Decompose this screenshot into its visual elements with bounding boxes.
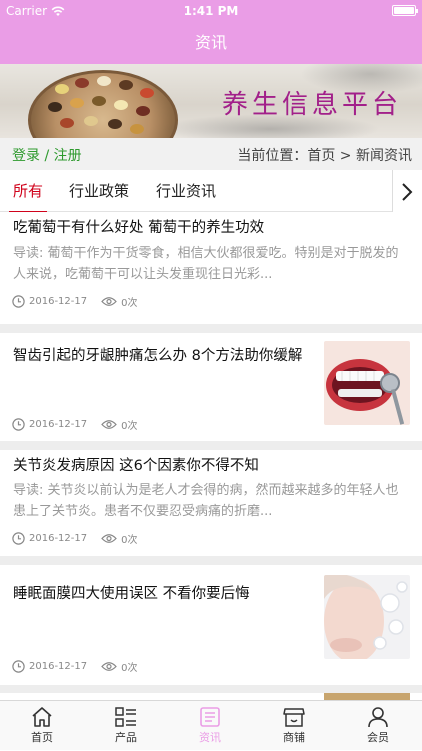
member-icon [368,707,388,728]
login-register-link[interactable]: 登录 / 注册 [12,145,82,165]
tabbar-item-products[interactable]: 产品 [84,701,168,751]
product-icon [115,707,136,727]
eye-icon [101,662,117,671]
article-meta: 2016-12-17 0次 [12,417,138,432]
tabs-next-button[interactable] [392,170,422,212]
article-summary: 导读: 葡萄干作为干货零食，相信大伙都很爱吃。特别是对于脱发的人来说，吃葡萄干可… [13,246,399,282]
clock-icon [12,295,25,308]
article-meta: 2016-12-17 0次 [12,294,138,309]
article-views: 0次 [121,298,138,309]
article-title[interactable]: 吃葡萄干有什么好处 葡萄干的养生功效 [13,217,264,239]
tabbar-label: 产品 [115,731,137,744]
article-thumbnail[interactable] [324,575,410,659]
tabbar-item-member[interactable]: 会员 [336,701,420,751]
list-item[interactable]: 睡眠面膜四大使用误区 不看你要后悔 2016-12-17 0次 [0,565,422,685]
tab-industry-news[interactable]: 行业资讯 [156,170,216,212]
article-thumbnail[interactable] [324,341,410,425]
divider [0,324,422,333]
tabbar-item-shop[interactable]: 商铺 [252,701,336,751]
article-views: 0次 [121,535,138,546]
article-views: 0次 [121,663,138,674]
article-date: 2016-12-17 [29,533,88,544]
bottom-tab-bar: 首页 产品 资讯 商铺 会员 [0,700,422,750]
home-icon [32,707,52,727]
list-item[interactable]: 智齿引起的牙龈肿痛怎么办 8个方法助你缓解 2016-12-17 0次 [0,333,422,441]
battery-icon [392,5,418,16]
divider [0,441,422,450]
news-icon [200,707,220,727]
article-title[interactable]: 智齿引起的牙龈肿痛怎么办 8个方法助你缓解 [13,345,308,367]
list-item[interactable]: 吃葡萄干有什么好处 葡萄干的养生功效 导读: 葡萄干作为干货零食，相信大伙都很爱… [0,212,422,324]
tab-all[interactable]: 所有 [8,170,48,213]
eye-icon [101,534,117,543]
divider [0,556,422,565]
breadcrumb-bar: 登录 / 注册 当前位置：首页 > 新闻资讯 [0,138,422,170]
tabbar-label: 资讯 [199,731,221,744]
article-title[interactable]: 睡眠面膜四大使用误区 不看你要后悔 [13,583,308,605]
shop-icon [283,708,305,727]
article-meta: 2016-12-17 0次 [12,531,138,546]
article-views: 0次 [121,421,138,432]
breadcrumb: 当前位置：首页 > 新闻资讯 [237,148,412,164]
eye-icon [101,420,117,429]
status-bar: Carrier 1:41 PM [0,0,422,22]
article-title[interactable]: 关节炎发病原因 这6个因素你不得不知 [13,455,259,477]
clock-icon [12,532,25,545]
category-tabs: 所有 行业政策 行业资讯 [0,170,422,213]
tabbar-label: 会员 [367,731,389,744]
clock-icon [12,418,25,431]
chevron-right-icon [402,183,413,201]
article-meta: 2016-12-17 0次 [12,659,138,674]
article-summary: 导读: 关节炎以前认为是老人才会得的病，然而越来越多的年轻人也患上了关节炎。患者… [13,483,399,519]
tabbar-item-home[interactable]: 首页 [0,701,84,751]
article-date: 2016-12-17 [29,419,88,430]
tabbar-label: 首页 [31,731,53,744]
status-time: 1:41 PM [183,4,239,18]
article-date: 2016-12-17 [29,661,88,672]
clock-icon [12,660,25,673]
tab-industry-policy[interactable]: 行业政策 [69,170,129,212]
tabbar-label: 商铺 [283,731,305,744]
divider [0,685,422,693]
page-title: 资讯 [194,33,227,52]
eye-icon [101,297,117,306]
list-item[interactable]: 关节炎发病原因 这6个因素你不得不知 导读: 关节炎以前认为是老人才会得的病，然… [0,450,422,556]
tabbar-item-news[interactable]: 资讯 [168,701,252,751]
nav-bar: 资讯 [0,22,422,64]
banner-title: 养生信息平台 [222,90,403,120]
banner-image: 养生信息平台 [0,64,422,138]
article-date: 2016-12-17 [29,296,88,307]
